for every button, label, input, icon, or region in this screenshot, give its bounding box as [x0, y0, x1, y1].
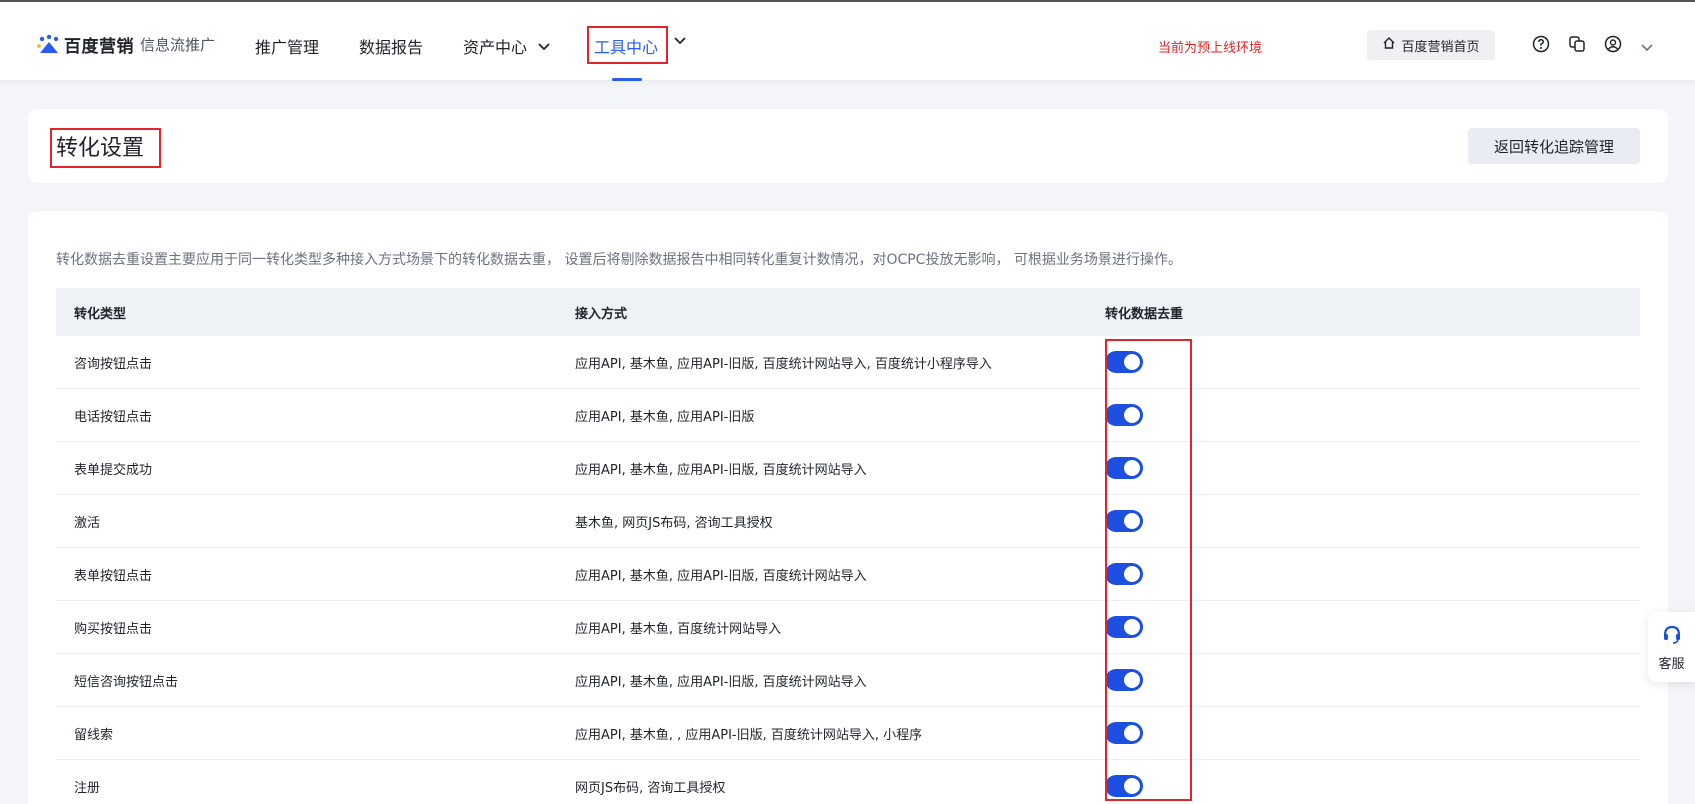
chevron-down-icon[interactable] [673, 36, 687, 46]
table-row: 激活 基木鱼, 网页JS布码, 咨询工具授权 [56, 495, 1640, 548]
table-row: 咨询按钮点击 应用API, 基木鱼, 应用API-旧版, 百度统计网站导入, 百… [56, 336, 1640, 389]
user-icon[interactable] [1604, 35, 1622, 53]
brand-name: 百度营销 [64, 37, 134, 57]
table-header: 转化类型 接入方式 转化数据去重 [56, 288, 1640, 336]
highlight-annotation-box [50, 128, 161, 168]
table-row: 电话按钮点击 应用API, 基木鱼, 应用API-旧版 [56, 389, 1640, 442]
access-method-cell: 应用API, 基木鱼, 应用API-旧版, 百度统计网站导入, 百度统计小程序导… [575, 356, 992, 372]
customer-service-label: 客服 [1658, 656, 1685, 672]
table-row: 购买按钮点击 应用API, 基木鱼, 百度统计网站导入 [56, 601, 1640, 654]
column-header-conversion-type: 转化类型 [74, 306, 127, 322]
product-name: 信息流推广 [140, 36, 216, 54]
nav-item-label: 资产中心 [463, 38, 528, 57]
customer-service-widget[interactable]: 客服 [1648, 612, 1695, 682]
dedup-description: 转化数据去重设置主要应用于同一转化类型多种接入方式场景下的转化数据去重， 设置后… [56, 252, 1182, 268]
baidu-marketing-home-button[interactable]: 百度营销首页 [1367, 30, 1495, 60]
access-method-cell: 基木鱼, 网页JS布码, 咨询工具授权 [575, 515, 773, 531]
baidu-marketing-logo[interactable]: 百度营销 信息流推广 [36, 32, 215, 57]
access-method-cell: 应用API, 基木鱼, 应用API-旧版, 百度统计网站导入 [575, 568, 867, 584]
nav-item-data-report[interactable]: 数据报告 [359, 34, 423, 58]
copy-icon[interactable] [1568, 35, 1586, 53]
headset-icon [1661, 623, 1683, 649]
nav-item-label: 数据报告 [359, 38, 424, 57]
conversion-type-cell: 购买按钮点击 [74, 621, 153, 637]
top-navbar: 百度营销 信息流推广 推广管理 数据报告 资产中心 工具中心 当前为预上线环境 … [0, 2, 1695, 81]
column-header-dedup: 转化数据去重 [1105, 306, 1184, 322]
active-tab-indicator [612, 78, 642, 81]
environment-notice: 当前为预上线环境 [1158, 41, 1263, 56]
column-header-access-method: 接入方式 [575, 306, 628, 322]
access-method-cell: 应用API, 基木鱼, 应用API-旧版, 百度统计网站导入 [575, 674, 867, 690]
table-row: 表单按钮点击 应用API, 基木鱼, 应用API-旧版, 百度统计网站导入 [56, 548, 1640, 601]
help-icon[interactable] [1532, 35, 1550, 53]
table-row: 短信咨询按钮点击 应用API, 基木鱼, 应用API-旧版, 百度统计网站导入 [56, 654, 1640, 707]
highlight-annotation-box [587, 26, 668, 64]
conversion-type-cell: 表单按钮点击 [74, 568, 153, 584]
access-method-cell: 应用API, 基木鱼, 应用API-旧版, 百度统计网站导入 [575, 462, 867, 478]
conversion-settings-card: 转化数据去重设置主要应用于同一转化类型多种接入方式场景下的转化数据去重， 设置后… [28, 211, 1668, 804]
table-row: 表单提交成功 应用API, 基木鱼, 应用API-旧版, 百度统计网站导入 [56, 442, 1640, 495]
conversion-type-cell: 激活 [74, 515, 101, 531]
baidu-logo-icon [36, 34, 62, 56]
conversion-dedup-table: 转化类型 接入方式 转化数据去重 咨询按钮点击 应用API, 基木鱼, 应用AP… [56, 288, 1640, 804]
highlight-annotation-box [1105, 339, 1192, 801]
conversion-type-cell: 注册 [74, 780, 101, 796]
conversion-type-cell: 咨询按钮点击 [74, 356, 153, 372]
table-row: 注册 网页JS布码, 咨询工具授权 [56, 760, 1640, 804]
conversion-type-cell: 短信咨询按钮点击 [74, 674, 179, 690]
chevron-down-icon [537, 37, 551, 56]
back-to-conversion-tracking-button[interactable]: 返回转化追踪管理 [1468, 128, 1640, 164]
nav-item-label: 推广管理 [255, 38, 320, 57]
table-row: 留线索 应用API, 基木鱼, , 应用API-旧版, 百度统计网站导入, 小程… [56, 707, 1640, 760]
page-header-card: 转化设置 返回转化追踪管理 [28, 109, 1668, 183]
access-method-cell: 网页JS布码, 咨询工具授权 [575, 780, 726, 796]
conversion-type-cell: 表单提交成功 [74, 462, 153, 478]
conversion-type-cell: 留线索 [74, 727, 114, 743]
chevron-down-icon[interactable] [1640, 38, 1658, 56]
home-icon [1382, 36, 1401, 54]
home-button-label: 百度营销首页 [1401, 39, 1480, 55]
nav-item-campaign-management[interactable]: 推广管理 [255, 34, 319, 58]
access-method-cell: 应用API, 基木鱼, 应用API-旧版 [575, 409, 755, 425]
access-method-cell: 应用API, 基木鱼, , 应用API-旧版, 百度统计网站导入, 小程序 [575, 727, 923, 743]
nav-item-asset-center[interactable]: 资产中心 [463, 34, 551, 58]
access-method-cell: 应用API, 基木鱼, 百度统计网站导入 [575, 621, 782, 637]
conversion-type-cell: 电话按钮点击 [74, 409, 153, 425]
